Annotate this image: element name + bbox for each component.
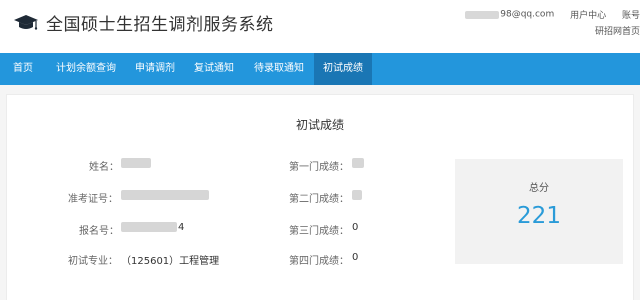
user-center-link[interactable]: 用户中心: [570, 11, 606, 21]
major-value: （125601）工程管理: [121, 256, 220, 267]
score-1-label: 第一门成绩：: [289, 162, 349, 173]
main-nav: 首页 计划余额查询 申请调剂 复试通知 待录取通知 初试成绩: [0, 53, 640, 85]
user-area: 98@qq.com 用户中心 账号: [465, 8, 640, 21]
registration-no-redaction: [121, 222, 177, 232]
score-3-label: 第三门成绩：: [289, 226, 349, 237]
nav-item-retest-notice[interactable]: 复试通知: [184, 53, 244, 85]
total-score-box: 总分 221: [455, 159, 623, 264]
email-redaction: [465, 10, 500, 19]
name-label: 姓名：: [89, 162, 119, 173]
score-1-redaction: [352, 158, 364, 168]
user-email: 98@qq.com: [500, 9, 555, 20]
score-4-value: 0: [352, 252, 359, 263]
nav-item-initial-scores[interactable]: 初试成绩: [314, 53, 372, 85]
major-label: 初试专业：: [68, 256, 118, 267]
score-2-label: 第二门成绩：: [289, 194, 349, 205]
score-2-redaction: [352, 190, 362, 200]
total-score-label: 总分: [529, 183, 549, 194]
exam-id-label: 准考证号：: [68, 194, 118, 205]
score-3-value: 0: [352, 222, 359, 233]
total-score-value: 221: [517, 203, 561, 229]
score-4-label: 第四门成绩：: [289, 256, 349, 267]
account-link[interactable]: 账号: [622, 11, 640, 21]
site-title[interactable]: 全国硕士生招生调剂服务系统: [46, 10, 274, 35]
nav-item-admission-notice[interactable]: 待录取通知: [244, 53, 314, 85]
nav-item-apply-adjustment[interactable]: 申请调剂: [126, 53, 184, 85]
registration-no-value: 4: [178, 222, 185, 233]
panel-title: 初试成绩: [295, 118, 344, 132]
nav-item-home[interactable]: 首页: [0, 53, 46, 85]
graduation-cap-icon: [14, 15, 38, 30]
name-redaction: [121, 158, 151, 168]
yanzhao-home-link[interactable]: 研招网首页: [595, 24, 640, 37]
header: 全国硕士生招生调剂服务系统 98@qq.com 用户中心 账号 研招网首页: [0, 0, 640, 53]
registration-no-label: 报名号：: [79, 226, 119, 237]
nav-item-plan-balance[interactable]: 计划余额查询: [46, 53, 126, 85]
exam-id-redaction: [121, 190, 209, 200]
